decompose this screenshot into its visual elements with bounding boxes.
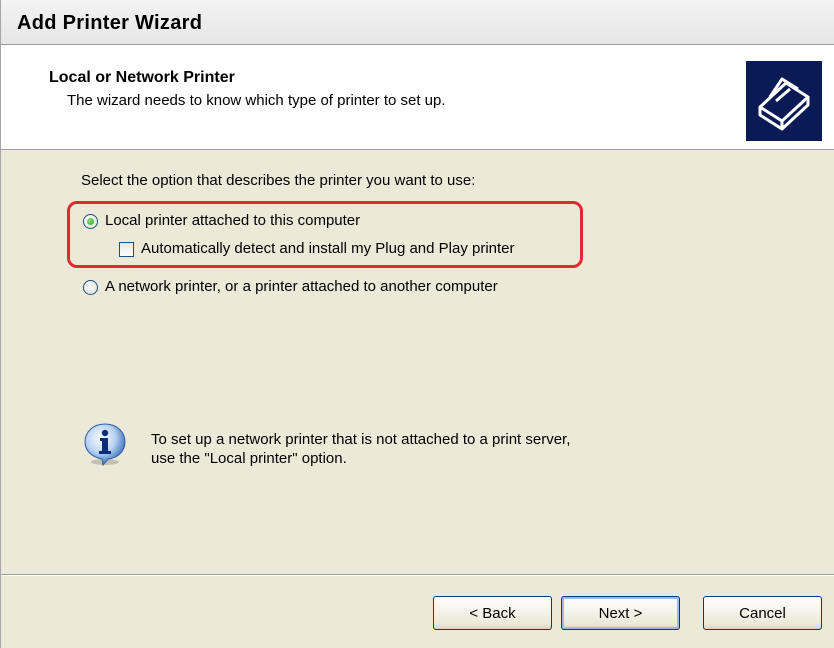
- window-title: Add Printer Wizard: [17, 12, 203, 34]
- auto-detect-checkbox[interactable]: [119, 242, 134, 257]
- info-icon: [84, 423, 126, 466]
- option-prompt: Select the option that describes the pri…: [81, 172, 476, 189]
- auto-detect-label[interactable]: Automatically detect and install my Plug…: [141, 240, 515, 257]
- local-printer-label[interactable]: Local printer attached to this computer: [105, 212, 360, 229]
- wizard-body: Select the option that describes the pri…: [1, 150, 834, 570]
- network-printer-label[interactable]: A network printer, or a printer attached…: [105, 278, 498, 295]
- back-button[interactable]: < Back: [433, 596, 552, 630]
- header-subtitle: The wizard needs to know which type of p…: [67, 92, 446, 109]
- header-title: Local or Network Printer: [49, 69, 235, 86]
- add-printer-wizard-window: Add Printer Wizard Local or Network Prin…: [0, 0, 834, 648]
- next-button[interactable]: Next >: [561, 596, 680, 630]
- cancel-button[interactable]: Cancel: [703, 596, 822, 630]
- info-line-2: use the "Local printer" option.: [151, 450, 347, 467]
- title-bar: Add Printer Wizard: [1, 0, 834, 45]
- wizard-header: Local or Network Printer The wizard need…: [1, 45, 834, 150]
- local-printer-radio[interactable]: [83, 214, 98, 229]
- button-separator: [1, 574, 834, 576]
- printer-icon: [746, 61, 822, 141]
- info-message: To set up a network printer that is not …: [151, 430, 570, 468]
- info-line-1: To set up a network printer that is not …: [151, 431, 571, 448]
- network-printer-radio[interactable]: [83, 280, 98, 295]
